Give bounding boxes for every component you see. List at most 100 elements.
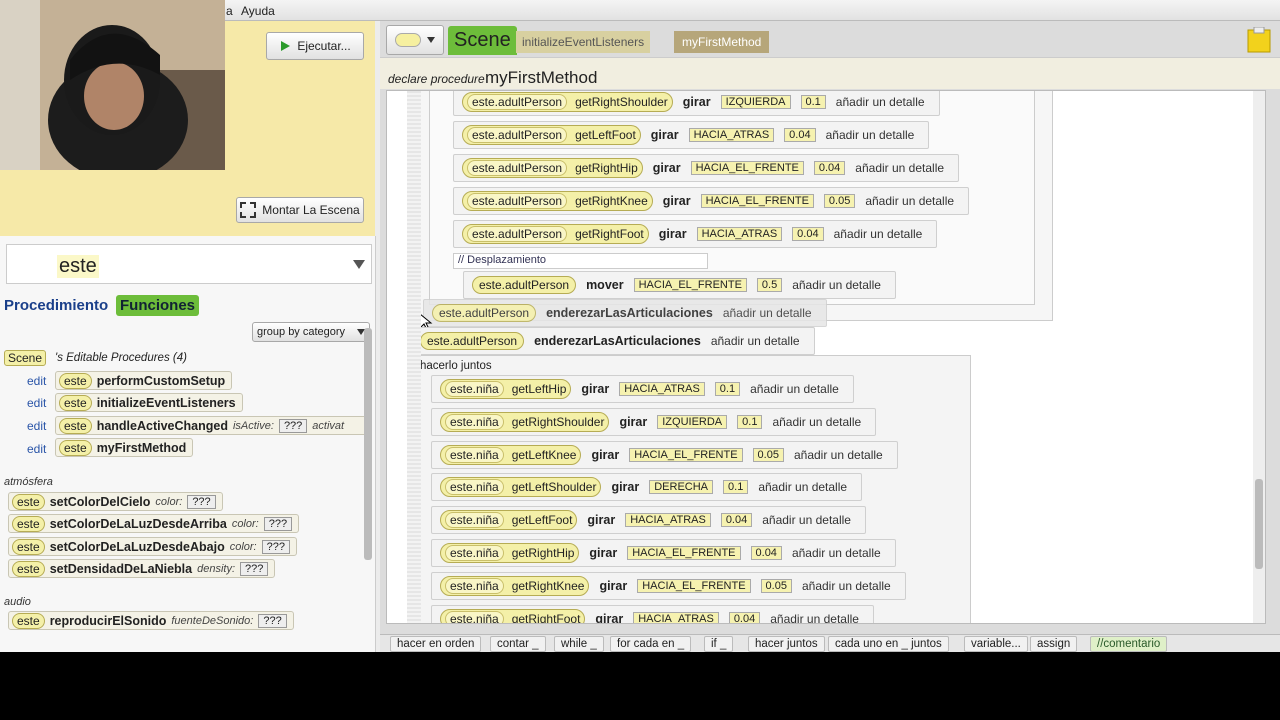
object-pill[interactable]: este.niña bbox=[445, 512, 504, 529]
getter-pill[interactable]: este.niña getLeftHip bbox=[440, 379, 572, 399]
menu-item[interactable]: a bbox=[226, 4, 233, 18]
turn-statement[interactable]: este.adultPerson getRightShoulder girar IZQ… bbox=[453, 91, 940, 116]
direction-value[interactable]: HACIA_ATRAS bbox=[619, 382, 705, 396]
direction-value[interactable]: HACIA_ATRAS bbox=[625, 513, 711, 528]
turn-statement[interactable]: este.niña getRightShoulder girar IZQUIERDA 0… bbox=[431, 407, 877, 436]
add-detail[interactable]: añadir un detalle bbox=[723, 306, 812, 320]
add-detail[interactable]: añadir un detalle bbox=[758, 480, 847, 494]
clipboard-icon[interactable] bbox=[1247, 27, 1271, 53]
param-value[interactable]: ??? bbox=[263, 516, 293, 531]
control-for-each[interactable]: for cada en _ bbox=[610, 636, 692, 652]
direction-value[interactable]: HACIA_ATRAS bbox=[633, 611, 719, 623]
control-variable[interactable]: variable... bbox=[964, 636, 1028, 652]
object-pill[interactable]: este.niña bbox=[445, 446, 504, 463]
code-scrollbar-thumb[interactable] bbox=[1255, 479, 1263, 569]
amount-value[interactable]: 0.5 bbox=[756, 278, 783, 292]
setup-scene-button[interactable]: Montar La Escena bbox=[236, 197, 364, 223]
getter-pill[interactable]: este.niña getLeftShoulder bbox=[440, 477, 602, 498]
turn-statement[interactable]: este.niña getLeftHip girar HACIA_ATRAS 0.1 añ… bbox=[431, 375, 854, 403]
add-detail[interactable]: añadir un detalle bbox=[750, 382, 839, 396]
add-detail[interactable]: añadir un detalle bbox=[834, 227, 923, 241]
add-detail[interactable]: añadir un detalle bbox=[826, 128, 915, 142]
object-pill[interactable]: este.adultPerson bbox=[467, 193, 568, 209]
amount-value[interactable]: 0.1 bbox=[737, 414, 763, 429]
direction-value[interactable]: HACIA_EL_FRENTE bbox=[627, 546, 741, 560]
object-pill[interactable]: este.adultPerson bbox=[467, 226, 568, 242]
procedure-tile[interactable]: este performCustomSetup bbox=[55, 371, 233, 390]
search-field[interactable]: este bbox=[6, 244, 372, 284]
amount-value[interactable]: 0.1 bbox=[800, 95, 826, 109]
param-value[interactable]: ??? bbox=[240, 561, 269, 576]
object-pill[interactable]: este.niña bbox=[445, 577, 504, 594]
amount-value[interactable]: 0.04 bbox=[728, 611, 761, 623]
straighten-statement[interactable]: este.adultPerson enderezarLasArticulacio… bbox=[411, 327, 815, 355]
comment-block[interactable]: // Desplazamiento bbox=[453, 253, 708, 269]
getter-pill[interactable]: este.adultPerson getRightHip bbox=[462, 158, 643, 178]
type-selector[interactable] bbox=[386, 25, 444, 55]
object-pill[interactable]: este.niña bbox=[445, 381, 504, 397]
control-while[interactable]: while _ bbox=[554, 636, 604, 652]
add-detail[interactable]: añadir un detalle bbox=[762, 513, 851, 527]
param-value[interactable]: ??? bbox=[278, 418, 308, 433]
turn-statement[interactable]: este.niña getLeftKnee girar HACIA_EL_FRENTE… bbox=[431, 440, 898, 469]
control-each-in-together[interactable]: cada uno en _ juntos bbox=[828, 636, 949, 652]
turn-statement[interactable]: este.adultPerson getRightHip girar HACIA_EL… bbox=[453, 154, 960, 182]
amount-value[interactable]: 0.04 bbox=[750, 546, 782, 560]
object-pill[interactable]: este.adultPerson bbox=[432, 304, 537, 322]
turn-statement[interactable]: este.adultPerson getRightKnee girar HACIA_E… bbox=[453, 187, 970, 215]
direction-value[interactable]: HACIA_EL_FRENTE bbox=[700, 194, 814, 208]
object-pill[interactable]: este.adultPerson bbox=[420, 332, 525, 350]
turn-statement[interactable]: este.adultPerson getRightFoot girar HACIA_A… bbox=[453, 220, 938, 248]
direction-value[interactable]: HACIA_ATRAS bbox=[696, 227, 783, 241]
tab-initialize-event-listeners[interactable]: initializeEventListeners bbox=[516, 31, 651, 53]
procedure-tile[interactable]: este reproducirElSonido fuenteDeSonido:??? bbox=[8, 611, 294, 630]
add-detail[interactable]: añadir un detalle bbox=[711, 334, 800, 348]
procedure-tile[interactable]: este setColorDeLaLuzDesdeAbajo color:??? bbox=[8, 537, 297, 556]
direction-value[interactable]: HACIA_EL_FRENTE bbox=[633, 278, 747, 292]
edit-link[interactable]: edit bbox=[27, 442, 46, 456]
amount-value[interactable]: 0.1 bbox=[714, 382, 741, 396]
amount-value[interactable]: 0.05 bbox=[760, 578, 792, 593]
group-by-select[interactable]: group by category bbox=[252, 322, 370, 342]
add-detail[interactable]: añadir un detalle bbox=[836, 95, 925, 109]
param-value[interactable]: ??? bbox=[261, 539, 290, 554]
tab-funciones[interactable]: Funciones bbox=[116, 295, 200, 316]
object-pill[interactable]: este.niña bbox=[445, 479, 504, 496]
getter-pill[interactable]: este.adultPerson getLeftFoot bbox=[462, 125, 641, 145]
add-detail[interactable]: añadir un detalle bbox=[792, 278, 881, 292]
control-assign[interactable]: assign bbox=[1030, 636, 1078, 652]
amount-value[interactable]: 0.04 bbox=[784, 128, 816, 142]
getter-pill[interactable]: este.adultPerson getRightShoulder bbox=[462, 92, 673, 112]
edit-link[interactable]: edit bbox=[27, 419, 46, 433]
edit-link[interactable]: edit bbox=[27, 396, 46, 410]
turn-statement[interactable]: este.niña getRightKnee girar HACIA_EL_FRENT… bbox=[431, 571, 906, 600]
getter-pill[interactable]: este.niña getRightKnee bbox=[440, 575, 590, 596]
procedure-tile[interactable]: este handleActiveChanged isActive:??? activ… bbox=[55, 416, 367, 435]
chevron-down-icon[interactable] bbox=[353, 260, 365, 270]
procedure-tile[interactable]: este initializeEventListeners bbox=[55, 393, 243, 412]
add-detail[interactable]: añadir un detalle bbox=[772, 415, 861, 429]
add-detail[interactable]: añadir un detalle bbox=[802, 579, 891, 593]
direction-value[interactable]: HACIA_ATRAS bbox=[688, 128, 775, 142]
procedure-tile[interactable]: este setColorDelCielo color:??? bbox=[8, 492, 223, 511]
amount-value[interactable]: 0.04 bbox=[720, 513, 753, 528]
direction-value[interactable]: HACIA_EL_FRENTE bbox=[637, 578, 751, 593]
getter-pill[interactable]: este.niña getRightHip bbox=[440, 543, 580, 563]
procedure-tile[interactable]: este setDensidadDeLaNiebla density:??? bbox=[8, 559, 276, 578]
procedure-tile[interactable]: este setColorDeLaLuzDesdeArriba color:??? bbox=[8, 514, 300, 533]
getter-pill[interactable]: este.niña getLeftFoot bbox=[440, 510, 578, 531]
add-detail[interactable]: añadir un detalle bbox=[770, 612, 859, 623]
turn-statement[interactable]: este.niña getLeftShoulder girar DERECHA 0.1 a… bbox=[431, 473, 863, 502]
control-comment[interactable]: //comentario bbox=[1090, 636, 1168, 652]
control-do-together[interactable]: hacer juntos bbox=[748, 636, 825, 652]
object-pill[interactable]: este.adultPerson bbox=[472, 276, 577, 294]
getter-pill[interactable]: este.niña getLeftKnee bbox=[440, 444, 582, 465]
turn-statement[interactable]: este.adultPerson getLeftFoot girar HACIA_AT… bbox=[453, 121, 930, 149]
object-pill[interactable]: este.adultPerson bbox=[467, 160, 568, 176]
object-pill[interactable]: este.adultPerson bbox=[467, 94, 568, 110]
turn-statement[interactable]: este.niña getRightFoot girar HACIA_ATRAS 0.0… bbox=[431, 604, 874, 623]
direction-value[interactable]: DERECHA bbox=[649, 480, 714, 495]
param-value[interactable]: ??? bbox=[258, 613, 287, 628]
amount-value[interactable]: 0.05 bbox=[752, 447, 784, 462]
getter-pill[interactable]: este.adultPerson getRightKnee bbox=[462, 191, 653, 211]
